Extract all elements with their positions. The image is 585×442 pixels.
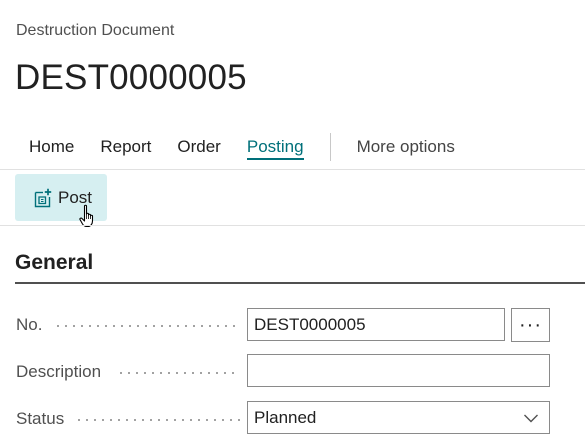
tab-order-label: Order [177,137,221,156]
field-row-no: No. [16,308,42,342]
tab-home-label: Home [29,137,75,156]
document-type-caption: Destruction Document [16,22,175,39]
no-label-leader-dots [54,325,240,327]
tab-order[interactable]: Order [164,128,233,166]
tab-posting[interactable]: Posting [234,128,317,166]
section-title-general[interactable]: General [15,251,93,275]
post-document-icon [34,188,52,207]
page-title: DEST0000005 [15,58,247,97]
more-options-label: More options [356,137,455,156]
chevron-down-icon [524,414,538,423]
tab-home[interactable]: Home [16,128,87,166]
status-label: Status [16,409,65,428]
field-row-status: Status [16,402,64,436]
toolbar-divider [0,169,585,170]
field-row-description: Description [16,355,101,389]
no-input[interactable]: DEST0000005 [247,308,505,341]
tab-report-label: Report [100,137,152,156]
action-tabs: Home Report Order Posting More options [16,128,585,166]
actions-divider [0,225,585,226]
ellipsis-icon: ··· [519,314,542,336]
section-underline [15,282,585,284]
no-label: No. [16,315,43,334]
tab-divider [329,133,331,161]
tab-report[interactable]: Report [87,128,164,166]
no-lookup-button[interactable]: ··· [511,308,550,342]
tab-posting-label: Posting [246,137,304,160]
description-label-leader-dots [117,372,240,374]
more-options-button[interactable]: More options [344,128,468,166]
description-input[interactable] [247,354,550,387]
status-select-value: Planned [254,408,317,427]
status-label-leader-dots [75,419,240,421]
status-select[interactable]: Planned [247,401,550,434]
description-label: Description [16,362,102,381]
